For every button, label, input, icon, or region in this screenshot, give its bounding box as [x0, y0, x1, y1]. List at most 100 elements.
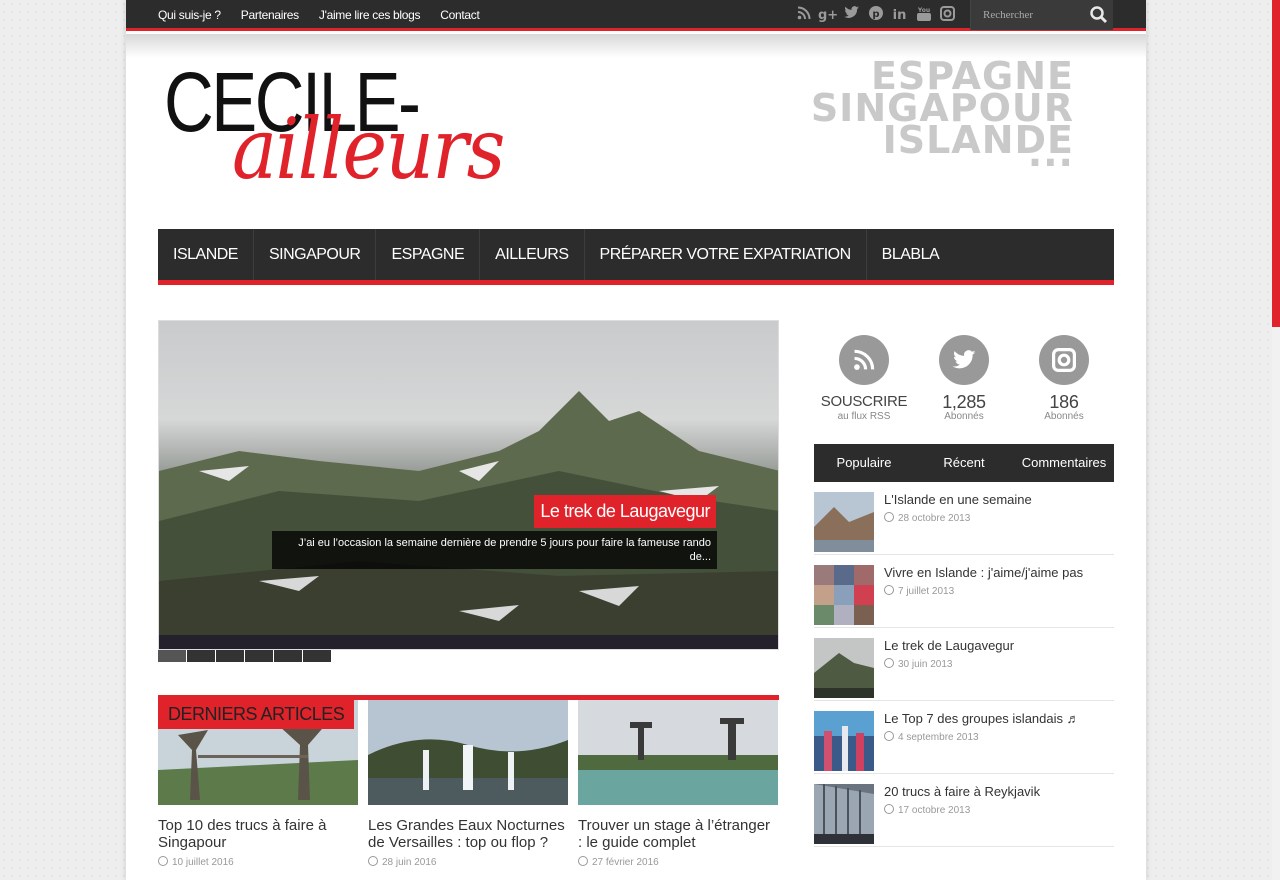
post-title[interactable]: Vivre en Islande : j'aime/j'aime pas [884, 565, 1083, 581]
tab-recent[interactable]: Récent [914, 444, 1014, 482]
post-title[interactable]: Le Top 7 des groupes islandais ♬ [884, 711, 1080, 727]
slider-dot[interactable] [216, 650, 244, 662]
scrollbar-thumb[interactable] [1272, 0, 1280, 327]
article-card[interactable]: Trouver un stage à l’étranger : le guide… [578, 700, 778, 868]
tab-populaire[interactable]: Populaire [814, 444, 914, 482]
post-title[interactable]: 20 trucs à faire à Reykjavik [884, 784, 1040, 800]
rss-icon[interactable] [839, 335, 889, 385]
top-bar: Qui suis-je ? Partenaires J'aime lire ce… [126, 0, 1146, 31]
site-logo[interactable]: CECILE- ailleurs [158, 52, 505, 198]
counter-value: 1,285 [942, 392, 986, 412]
search-icon[interactable] [1089, 5, 1109, 25]
slider-pagination [158, 650, 331, 662]
clock-icon [884, 804, 894, 814]
clock-icon [368, 856, 378, 866]
slider-dot[interactable] [158, 650, 186, 662]
topnav-blogs[interactable]: J'aime lire ces blogs [319, 0, 430, 31]
counter-label: Abonnés [1044, 411, 1084, 422]
search-box [970, 0, 1113, 30]
nav-item-islande[interactable]: ISLANDE [158, 229, 254, 280]
post-thumbnail[interactable] [814, 492, 874, 552]
article-card[interactable]: Les Grandes Eaux Nocturnes de Versailles… [368, 700, 568, 868]
clock-icon [158, 856, 168, 866]
clock-icon [884, 512, 894, 522]
section-title: DERNIERS ARTICLES [158, 700, 355, 729]
post-date: 17 octobre 2013 [884, 804, 1040, 816]
topnav-contact[interactable]: Contact [440, 0, 489, 31]
clock-icon [884, 731, 894, 741]
clock-icon [578, 856, 588, 866]
list-item[interactable]: Le trek de Laugavegur 30 juin 2013 [814, 628, 1114, 701]
top-nav: Qui suis-je ? Partenaires J'aime lire ce… [158, 0, 500, 31]
svg-text:p: p [872, 9, 879, 20]
post-thumbnail[interactable] [814, 784, 874, 844]
youtube-icon[interactable]: You [914, 6, 933, 25]
popular-posts: L'Islande en une semaine 28 octobre 2013 [814, 482, 1114, 847]
nav-item-expatriation[interactable]: PRÉPARER VOTRE EXPATRIATION [585, 229, 867, 280]
slider-dot[interactable] [303, 650, 331, 662]
list-item[interactable]: L'Islande en une semaine 28 octobre 2013 [814, 482, 1114, 555]
list-item[interactable]: Vivre en Islande : j'aime/j'aime pas 7 j… [814, 555, 1114, 628]
topnav-partners[interactable]: Partenaires [241, 0, 309, 31]
article-title[interactable]: Les Grandes Eaux Nocturnes de Versailles… [368, 817, 568, 851]
main-nav: ISLANDE SINGAPOUR ESPAGNE AILLEURS PRÉPA… [158, 229, 1114, 285]
article-thumbnail[interactable] [578, 700, 778, 805]
article-date: 10 juillet 2016 [158, 856, 358, 868]
instagram-icon[interactable] [1039, 335, 1089, 385]
post-title[interactable]: Le trek de Laugavegur [884, 638, 1014, 654]
pinterest-icon[interactable]: p [866, 6, 885, 25]
tab-commentaires[interactable]: Commentaires [1014, 444, 1114, 482]
sidebar: SOUSCRIRE au flux RSS 1,285 Abonnés 186 … [814, 320, 1114, 847]
post-thumbnail[interactable] [814, 565, 874, 625]
recent-articles: DERNIERS ARTICLES Top 10 des trucs à fai… [158, 695, 779, 868]
slider-dot[interactable] [245, 650, 273, 662]
post-date: 4 septembre 2013 [884, 731, 1080, 743]
article-thumbnail[interactable] [368, 700, 568, 805]
featured-slider[interactable]: Le trek de Laugavegur J’ai eu l’occasion… [158, 320, 779, 650]
post-thumbnail[interactable] [814, 711, 874, 771]
nav-item-ailleurs[interactable]: AILLEURS [480, 229, 585, 280]
page-scrollbar[interactable] [1272, 0, 1280, 880]
counter-instagram[interactable]: 186 Abonnés [1014, 335, 1114, 430]
counter-rss[interactable]: SOUSCRIRE au flux RSS [814, 335, 914, 430]
post-thumbnail[interactable] [814, 638, 874, 698]
counter-value: 186 [1049, 392, 1079, 412]
clock-icon [884, 585, 894, 595]
social-counters: SOUSCRIRE au flux RSS 1,285 Abonnés 186 … [814, 320, 1114, 430]
slider-dot[interactable] [187, 650, 215, 662]
header-banner: ESPAGNE SINGAPOUR ISLANDE ... [786, 57, 1074, 172]
post-title[interactable]: L'Islande en une semaine [884, 492, 1032, 508]
slide-image [159, 391, 778, 649]
nav-item-espagne[interactable]: ESPAGNE [376, 229, 481, 280]
linkedin-icon[interactable]: in [890, 6, 909, 25]
article-title[interactable]: Top 10 des trucs à faire à Singapour [158, 817, 358, 851]
google-plus-icon[interactable]: g+ [818, 6, 838, 25]
clock-icon [884, 658, 894, 668]
article-title[interactable]: Trouver un stage à l’étranger : le guide… [578, 817, 778, 851]
sidebar-tabs: Populaire Récent Commentaires [814, 444, 1114, 482]
counter-twitter[interactable]: 1,285 Abonnés [914, 335, 1014, 430]
svg-text:You: You [917, 7, 930, 14]
instagram-icon[interactable] [938, 6, 957, 25]
search-input[interactable] [971, 0, 1081, 30]
counter-label: au flux RSS [837, 411, 891, 422]
topnav-about[interactable]: Qui suis-je ? [158, 0, 231, 31]
twitter-icon[interactable] [939, 335, 989, 385]
slider-dot[interactable] [274, 650, 302, 662]
nav-item-blabla[interactable]: BLABLA [867, 229, 954, 280]
slide-title[interactable]: Le trek de Laugavegur [534, 495, 716, 528]
twitter-icon[interactable] [842, 6, 861, 25]
post-date: 30 juin 2013 [884, 658, 1014, 670]
counter-label: Abonnés [944, 411, 984, 422]
nav-item-singapour[interactable]: SINGAPOUR [254, 229, 377, 280]
article-date: 27 février 2016 [578, 856, 778, 868]
rss-icon[interactable] [794, 6, 813, 25]
list-item[interactable]: 20 trucs à faire à Reykjavik 17 octobre … [814, 774, 1114, 847]
logo-text-ailleurs: ailleurs [232, 100, 505, 198]
post-date: 7 juillet 2013 [884, 585, 1083, 597]
post-date: 28 octobre 2013 [884, 512, 1032, 524]
slide-excerpt: J’ai eu l’occasion la semaine dernière d… [272, 531, 717, 569]
article-date: 28 juin 2016 [368, 856, 568, 868]
page-wrapper: Qui suis-je ? Partenaires J'aime lire ce… [126, 0, 1146, 880]
list-item[interactable]: Le Top 7 des groupes islandais ♬ 4 septe… [814, 701, 1114, 774]
